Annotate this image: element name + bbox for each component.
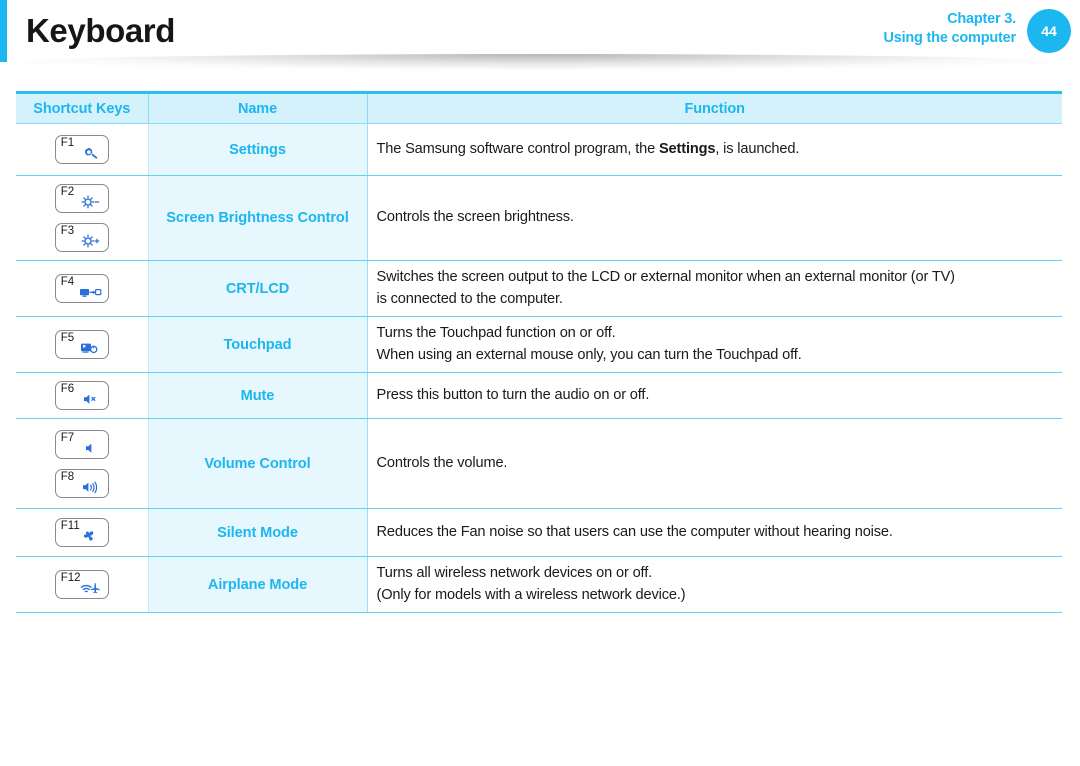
function-line: When using an external mouse only, you c… xyxy=(376,346,802,363)
external-monitor-icon xyxy=(77,283,103,300)
keycap-stack: F4 xyxy=(16,274,148,303)
settings-gear-icon xyxy=(77,144,103,161)
shortcut-function-cell: Switches the screen output to the LCD or… xyxy=(367,260,1062,317)
function-line: Reduces the Fan noise so that users can … xyxy=(376,523,893,540)
function-line: Controls the screen brightness. xyxy=(376,209,574,226)
function-line: Switches the screen output to the LCD or… xyxy=(376,269,956,285)
keycap-stack: F7 F8 xyxy=(16,429,148,498)
keycap-stack: F1 xyxy=(16,135,148,164)
keycap-f6[interactable]: F6 xyxy=(54,381,109,410)
keycap-f8[interactable]: F8 xyxy=(54,468,109,498)
shortcut-name-cell: CRT/LCD xyxy=(148,260,368,317)
brightness-down-icon xyxy=(77,193,103,210)
function-line: (Only for models with a wireless network… xyxy=(376,586,686,603)
shortcut-name-cell: Touchpad xyxy=(148,316,368,373)
shortcut-keys-cell: F5 xyxy=(16,316,149,373)
chapter-label: Chapter 3. Using the computer xyxy=(883,10,1016,48)
shortcut-keys-table: Shortcut Keys Name Function F1 Settings … xyxy=(16,91,1062,613)
table-row: F11 Silent Mode Reduces the Fan noise so… xyxy=(16,508,1062,557)
shortcut-function-cell: Press this button to turn the audio on o… xyxy=(367,372,1062,419)
keycap-stack: F5 xyxy=(16,330,148,359)
table-row: F12 Airplane Mode Turns all wireless net… xyxy=(16,556,1062,613)
shortcut-keys-cell: F1 xyxy=(16,123,149,176)
shortcut-function-cell: The Samsung software control program, th… xyxy=(367,123,1062,176)
table-header-row: Shortcut Keys Name Function xyxy=(16,91,1062,124)
chapter-number: Chapter 3. xyxy=(947,11,1016,27)
volume-up-icon xyxy=(77,478,103,495)
keycap-label: F5 xyxy=(60,332,75,344)
table-row: F6 Mute Press this button to turn the au… xyxy=(16,372,1062,419)
shortcut-name-cell: Screen Brightness Control xyxy=(148,175,368,261)
touchpad-icon xyxy=(77,339,103,356)
keycap-f12[interactable]: F12 xyxy=(54,570,109,599)
keycap-stack: F12 xyxy=(16,570,148,599)
function-line: Press this button to turn the audio on o… xyxy=(376,386,650,403)
shortcut-function-cell: Turns the Touchpad function on or off. W… xyxy=(367,316,1062,373)
keycap-stack: F6 xyxy=(16,381,148,410)
keycap-f11[interactable]: F11 xyxy=(54,518,109,547)
shortcut-function-cell: Turns all wireless network devices on or… xyxy=(367,556,1062,613)
shortcut-function-cell: Controls the screen brightness. xyxy=(367,175,1062,261)
keycap-f3[interactable]: F3 xyxy=(54,223,109,252)
header-accent-bar xyxy=(0,0,7,62)
keycap-label: F3 xyxy=(60,225,75,237)
keycap-f7[interactable]: F7 xyxy=(54,429,109,459)
table-row: F5 Touchpad Turns the Touchpad function … xyxy=(16,316,1062,373)
keycap-label: F8 xyxy=(60,470,75,483)
shortcut-function-cell: Reduces the Fan noise so that users can … xyxy=(367,508,1062,557)
wireless-airplane-icon xyxy=(77,579,103,596)
table-row: F2 F3 Screen Brightness Control Controls… xyxy=(16,175,1062,261)
function-line: The Samsung software control program, th… xyxy=(376,140,800,157)
shortcut-name-cell: Settings xyxy=(148,123,368,176)
shortcut-keys-cell: F12 xyxy=(16,556,149,613)
shortcut-keys-cell: F2 F3 xyxy=(16,175,149,261)
keycap-label: F6 xyxy=(60,383,75,395)
fan-icon xyxy=(77,527,103,544)
shortcut-name-cell: Mute xyxy=(148,372,368,419)
keycap-f5[interactable]: F5 xyxy=(54,330,109,359)
header-divider-shadow xyxy=(18,54,1062,70)
shortcut-function-cell: Controls the volume. xyxy=(367,418,1062,509)
column-header-name: Name xyxy=(148,91,368,124)
table-row: F1 Settings The Samsung software control… xyxy=(16,123,1062,176)
shortcut-keys-cell: F6 xyxy=(16,372,149,419)
chapter-name: Using the computer xyxy=(883,30,1016,46)
table-row: F7 F8 Volume Control Controls the volume… xyxy=(16,418,1062,509)
table-body: F1 Settings The Samsung software control… xyxy=(16,123,1062,613)
shortcut-name-cell: Silent Mode xyxy=(148,508,368,557)
table-row: F4 CRT/LCD Switches the screen output to… xyxy=(16,260,1062,317)
page-number-badge: 44 xyxy=(1027,9,1071,53)
volume-down-icon xyxy=(77,439,103,456)
keycap-stack: F11 xyxy=(16,518,148,547)
page-title: Keyboard xyxy=(26,12,176,49)
function-line: Controls the volume. xyxy=(376,454,508,471)
function-line: Turns the Touchpad function on or off. xyxy=(376,325,616,341)
keycap-label: F2 xyxy=(60,186,75,198)
mute-speaker-icon xyxy=(77,390,103,407)
shortcut-keys-cell: F4 xyxy=(16,260,149,317)
keycap-f1[interactable]: F1 xyxy=(54,135,109,164)
function-line: is connected to the computer. xyxy=(376,290,563,307)
shortcut-keys-cell: F11 xyxy=(16,508,149,557)
column-header-shortcut-keys: Shortcut Keys xyxy=(16,91,149,124)
keycap-stack: F2 F3 xyxy=(16,184,148,252)
column-header-function: Function xyxy=(367,91,1062,124)
page-header: Keyboard Chapter 3. Using the computer 4… xyxy=(0,0,1080,80)
shortcut-keys-cell: F7 F8 xyxy=(16,418,149,509)
keycap-f4[interactable]: F4 xyxy=(54,274,109,303)
keycap-label: F4 xyxy=(60,276,75,288)
keycap-label: F7 xyxy=(60,431,75,444)
shortcut-name-cell: Volume Control xyxy=(148,418,368,509)
function-line: Turns all wireless network devices on or… xyxy=(376,565,653,581)
shortcut-name-cell: Airplane Mode xyxy=(148,556,368,613)
keycap-f2[interactable]: F2 xyxy=(54,184,109,213)
keycap-label: F1 xyxy=(60,137,75,149)
brightness-up-icon xyxy=(77,232,103,249)
